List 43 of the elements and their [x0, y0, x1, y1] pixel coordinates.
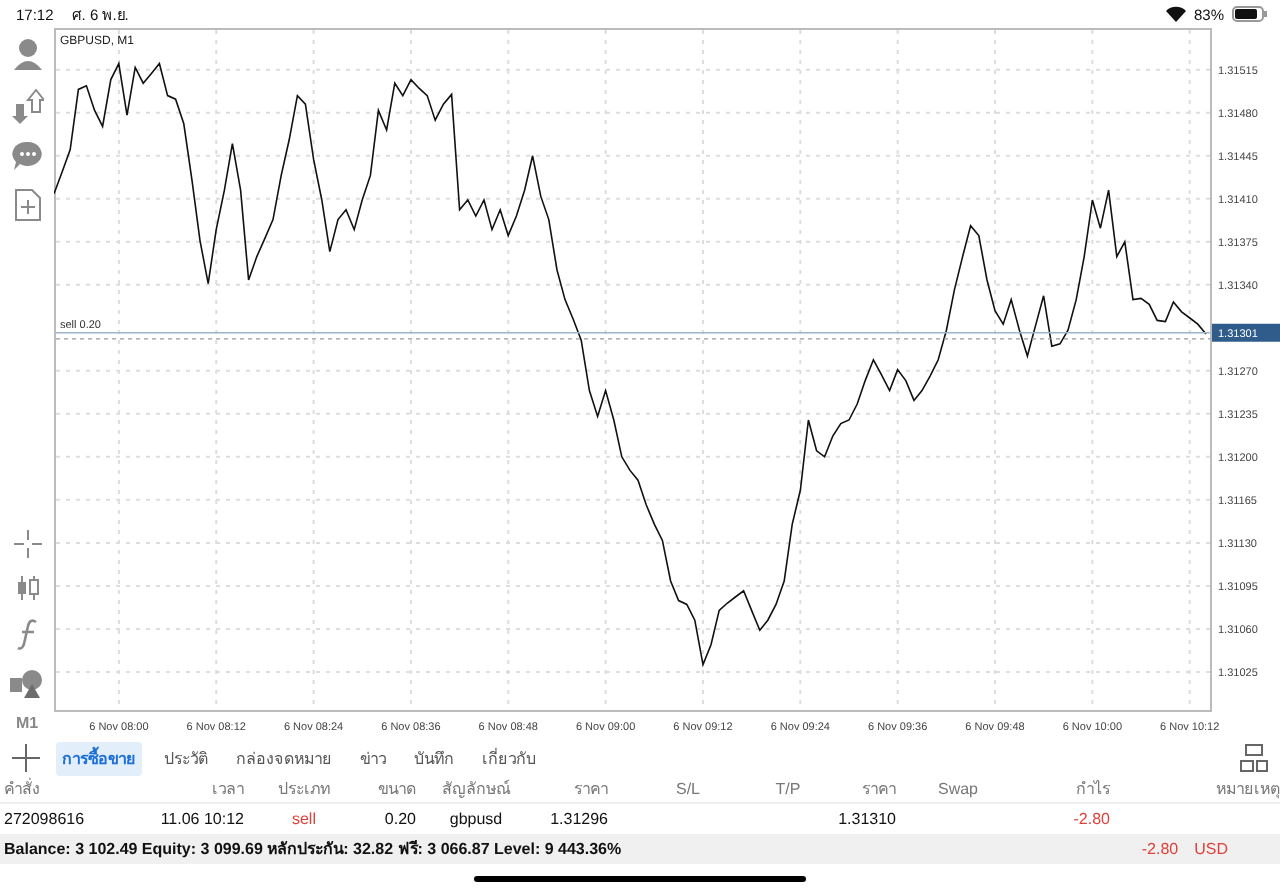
column-header: ขนาด: [376, 778, 416, 802]
table-cell-text: sell: [289, 810, 318, 828]
total-profit: -2.80: [1141, 840, 1179, 858]
battery-icon: [1232, 6, 1268, 22]
tab[interactable]: บันทึก: [408, 741, 460, 775]
table-cell-text: 1.31296: [548, 810, 608, 828]
column-header: ราคา: [572, 778, 608, 802]
currency: USD: [1194, 840, 1228, 858]
chat-icon[interactable]: [11, 140, 43, 172]
crosshair-icon[interactable]: [13, 530, 41, 558]
add-icon[interactable]: [12, 744, 40, 772]
table-cell-text: 272098616: [2, 810, 87, 828]
wifi-icon: [1165, 6, 1186, 22]
column-header: คำสั่ง: [2, 776, 42, 802]
price-tag: [1212, 323, 1280, 342]
column-header: หมายเหตุ: [1214, 778, 1280, 802]
column-header: Swap: [935, 780, 980, 798]
table-cell-text: 11.06 10:12: [158, 810, 244, 828]
column-header: สัญลักษณ์: [440, 777, 513, 802]
account-icon[interactable]: [11, 36, 43, 72]
column-header: T/P: [773, 780, 803, 798]
tab[interactable]: เกี่ยวกับ: [476, 741, 542, 775]
new-order-icon[interactable]: [13, 188, 41, 222]
column-header: S/L: [673, 780, 702, 798]
shapes-icon[interactable]: [9, 666, 45, 698]
tab[interactable]: การซื้อขาย: [56, 741, 142, 775]
column-header: เวลา: [210, 778, 244, 802]
column-header: กำไร: [1074, 778, 1110, 802]
timeframe-button[interactable]: M1: [15, 714, 39, 732]
tab[interactable]: กล่องจดหมาย: [230, 741, 338, 775]
column-header: ประเภท: [276, 778, 332, 802]
tab[interactable]: ประวัติ: [158, 741, 214, 775]
tab[interactable]: ข่าว: [354, 741, 392, 775]
layout-icon[interactable]: [1240, 744, 1268, 772]
account-summary: Balance: 3 102.49 Equity: 3 099.69 หลักประกัน: 32.82 ฟรี: 3 066.87 Level: 9 443.36%: [4, 838, 622, 862]
column-header: ราคา: [860, 778, 896, 802]
trade-arrows-icon[interactable]: [11, 88, 43, 124]
function-icon[interactable]: [15, 618, 39, 650]
table-cell-text: gbpusd: [447, 810, 505, 828]
table-cell-text: 0.20: [382, 810, 416, 828]
candlestick-icon[interactable]: [13, 574, 41, 602]
table-cell-text: 1.31310: [836, 810, 896, 828]
table-cell-text: -2.80: [1071, 810, 1110, 828]
